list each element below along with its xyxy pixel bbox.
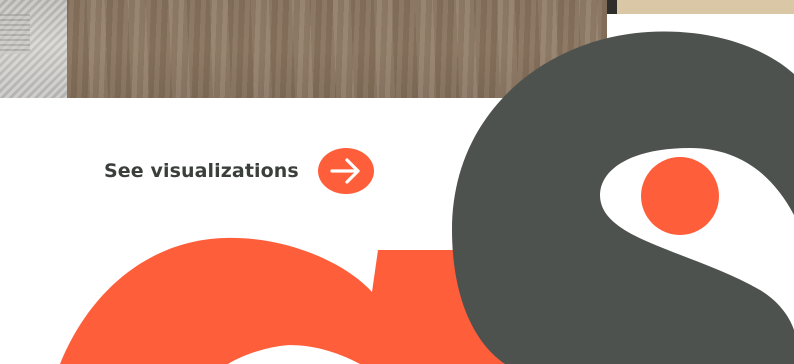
orange-letter-shape — [60, 237, 510, 364]
see-visualizations-link[interactable]: See visualizations — [104, 148, 374, 194]
orange-dot — [641, 157, 719, 235]
wood-panel-photo — [67, 0, 607, 98]
see-visualizations-label: See visualizations — [104, 160, 299, 182]
arrow-right-button[interactable] — [317, 148, 374, 194]
page: See visualizations — [0, 0, 794, 364]
interior-photo-tile — [0, 0, 67, 98]
interior-photo-edge — [607, 0, 794, 14]
arrow-right-icon — [317, 148, 374, 194]
